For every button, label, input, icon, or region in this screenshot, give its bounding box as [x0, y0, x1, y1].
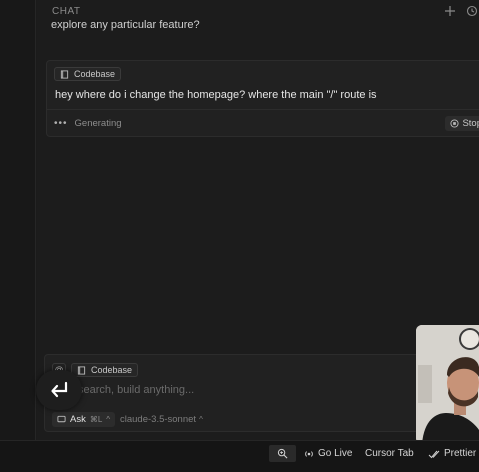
codebase-chip[interactable]: Codebase	[54, 67, 122, 81]
chat-bubble-icon	[57, 415, 66, 423]
mode-label: Ask	[70, 414, 86, 425]
chat-panel: CHAT explore any particular feature? Cod…	[37, 0, 479, 440]
loading-dots-icon: •••	[54, 118, 68, 129]
return-icon	[51, 381, 68, 398]
divider	[47, 109, 479, 110]
model-select[interactable]: claude-3.5-sonnet ^	[120, 414, 203, 425]
go-live-label: Go Live	[318, 448, 353, 459]
status-bar: Go Live Cursor Tab Prettier	[0, 440, 479, 472]
previous-message-text: explore any particular feature?	[51, 19, 200, 31]
codebase-chip[interactable]: Codebase	[71, 363, 139, 377]
cursor-tab-label: Cursor Tab	[365, 448, 414, 459]
chevron-up-icon: ^	[199, 415, 203, 424]
stop-label: Stop	[462, 118, 479, 129]
chat-title: CHAT	[52, 6, 81, 17]
broadcast-icon	[305, 450, 313, 457]
zoom-button[interactable]	[269, 445, 296, 462]
webcam-overlay	[416, 325, 479, 444]
mode-shortcut: ⌘L	[89, 415, 103, 424]
model-label: claude-3.5-sonnet	[120, 414, 197, 425]
chevron-up-icon: ^	[106, 415, 111, 424]
prettier-label: Prettier	[444, 448, 477, 459]
chat-header: CHAT	[52, 4, 479, 20]
mode-select[interactable]: Ask ⌘L ^	[52, 412, 116, 427]
check-double-icon	[428, 450, 440, 458]
chat-input[interactable]: search, build anything...	[78, 384, 194, 396]
editor-gutter	[0, 0, 36, 440]
stop-icon	[450, 119, 460, 128]
prettier-button[interactable]: Prettier	[428, 445, 476, 462]
submit-button[interactable]	[36, 370, 82, 410]
generating-label: Generating	[74, 118, 122, 129]
book-icon	[77, 365, 86, 375]
user-message-card: Codebase hey where do i change the homep…	[46, 60, 479, 137]
plus-icon[interactable]	[443, 4, 457, 18]
stop-button[interactable]: Stop	[445, 116, 479, 131]
chat-composer: @ Codebase search, build anything... Ask…	[44, 354, 479, 432]
book-icon	[60, 69, 69, 79]
codebase-chip-label: Codebase	[91, 365, 133, 375]
codebase-chip-label: Codebase	[74, 69, 116, 79]
user-message-text: hey where do i change the homepage? wher…	[55, 89, 377, 101]
zoom-icon	[277, 448, 288, 459]
go-live-button[interactable]: Go Live	[304, 445, 352, 462]
history-icon[interactable]	[465, 4, 479, 18]
generating-status: ••• Generating	[54, 118, 122, 129]
cursor-tab-button[interactable]: Cursor Tab	[365, 445, 414, 462]
